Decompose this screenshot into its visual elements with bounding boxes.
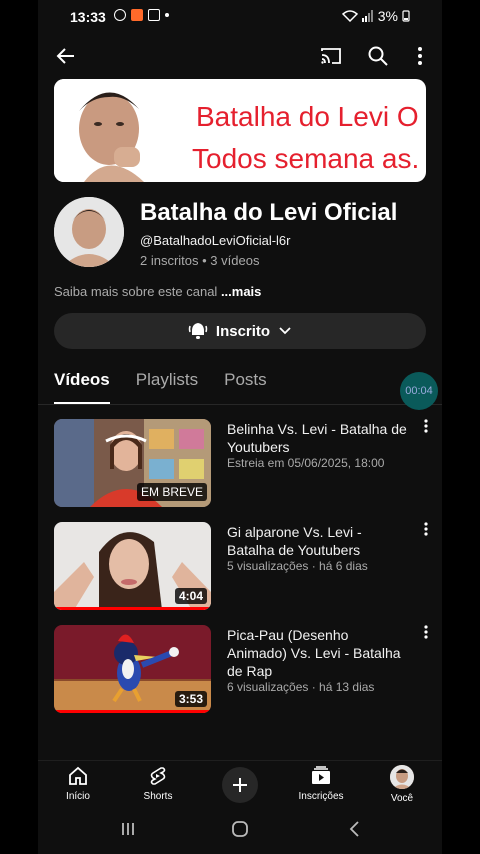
phone-screen: 13:33 3% Batalha do Levi O Todos semana … — [38, 0, 442, 854]
video-item[interactable]: 4:04 Gi alparone Vs. Levi - Batalha de Y… — [54, 522, 434, 612]
channel-about-link[interactable]: Saiba mais sobre este canal ...mais — [54, 284, 261, 299]
channel-tabs: Vídeos Playlists Posts — [54, 370, 426, 404]
banner-face-image — [54, 79, 169, 182]
nav-shorts[interactable]: Shorts — [126, 765, 190, 802]
top-app-bar — [38, 38, 442, 74]
nav-subscriptions-label: Inscrições — [298, 791, 344, 802]
channel-name: Batalha do Levi Oficial — [140, 199, 398, 226]
more-vert-icon — [418, 47, 422, 65]
nav-subscriptions[interactable]: Inscrições — [289, 765, 353, 802]
tab-playlists[interactable]: Playlists — [136, 370, 198, 404]
more-vert-icon — [424, 625, 428, 639]
subscriptions-icon — [312, 766, 330, 784]
video-more-button[interactable] — [418, 419, 434, 439]
about-more-link[interactable]: ...mais — [221, 284, 261, 299]
more-notifications-dot-icon — [165, 13, 169, 17]
dnd-icon — [114, 9, 126, 21]
system-navigation-bar — [38, 812, 442, 854]
status-bar: 13:33 3% — [38, 0, 442, 34]
video-meta: 5 visualizações · há 6 dias — [227, 559, 368, 573]
about-text: Saiba mais sobre este canal — [54, 284, 221, 299]
notification-icons — [114, 9, 169, 21]
video-title[interactable]: Gi alparone Vs. Levi - Batalha de Youtub… — [227, 523, 407, 559]
cast-icon — [321, 48, 341, 64]
video-title[interactable]: Belinha Vs. Levi - Batalha de Youtubers — [227, 420, 407, 456]
create-button[interactable] — [222, 767, 258, 803]
channel-avatar[interactable] — [54, 197, 124, 267]
nav-you-label: Você — [390, 793, 414, 804]
video-item[interactable]: EM BREVE Belinha Vs. Levi - Batalha de Y… — [54, 419, 434, 509]
signal-icon — [361, 10, 373, 22]
floating-timer[interactable]: 00:04 — [400, 372, 438, 410]
video-duration: 4:04 — [174, 588, 207, 604]
search-button[interactable] — [360, 38, 396, 74]
app-notification-icon — [131, 9, 143, 21]
account-avatar-image — [390, 765, 414, 789]
more-options-button[interactable] — [402, 38, 438, 74]
account-avatar — [390, 765, 414, 789]
home-icon — [69, 766, 87, 785]
back-button[interactable] — [48, 38, 84, 74]
tab-videos[interactable]: Vídeos — [54, 370, 110, 404]
battery-percent: 3% — [377, 8, 398, 24]
status-right: 3% — [341, 8, 410, 24]
video-meta: Estreia em 05/06/2025, 18:00 — [227, 456, 385, 470]
video-item[interactable]: 3:53 Pica-Pau (Desenho Animado) Vs. Levi… — [54, 625, 434, 715]
more-vert-icon — [424, 419, 428, 433]
chevron-down-icon — [279, 327, 291, 335]
channel-avatar-image — [54, 197, 124, 267]
video-duration: 3:53 — [174, 691, 207, 707]
video-thumbnail[interactable]: 3:53 — [54, 625, 211, 713]
wifi-icon — [341, 10, 358, 22]
video-thumbnail[interactable]: 4:04 — [54, 522, 211, 610]
banner-text-line-2: Todos semana as. — [192, 143, 420, 174]
nav-home-label: Início — [66, 791, 90, 802]
tab-posts[interactable]: Posts — [224, 370, 267, 404]
video-thumbnail[interactable]: EM BREVE — [54, 419, 211, 507]
video-more-button[interactable] — [418, 625, 434, 645]
more-vert-icon — [424, 522, 428, 536]
premiere-badge: EM BREVE — [136, 483, 207, 501]
bottom-navigation: Início Shorts Inscrições Você — [38, 760, 442, 812]
battery-icon — [402, 10, 410, 22]
shorts-icon — [150, 767, 166, 785]
recent-apps-icon[interactable] — [120, 821, 136, 837]
video-meta: 6 visualizações · há 13 dias — [227, 680, 375, 694]
video-more-button[interactable] — [418, 522, 434, 542]
nav-home[interactable]: Início — [46, 765, 110, 802]
shorts-notification-icon — [148, 9, 160, 21]
home-system-icon[interactable] — [231, 820, 249, 838]
nav-shorts-label: Shorts — [143, 791, 173, 802]
channel-banner: Batalha do Levi O Todos semana as. — [54, 79, 426, 182]
banner-text-line-1: Batalha do Levi O — [196, 101, 419, 132]
nav-you[interactable]: Você — [370, 765, 434, 804]
watch-progress-bar — [54, 607, 211, 610]
back-system-icon[interactable] — [348, 821, 360, 837]
video-title[interactable]: Pica-Pau (Desenho Animado) Vs. Levi - Ba… — [227, 626, 407, 680]
subscribed-label: Inscrito — [215, 322, 271, 340]
bell-ring-icon — [188, 323, 208, 339]
plus-icon — [233, 778, 247, 792]
channel-handle: @BatalhadoLeviOficial-l6r — [140, 233, 291, 248]
tabs-divider — [38, 404, 442, 405]
subscribed-button[interactable]: Inscrito — [54, 313, 426, 349]
search-icon — [368, 46, 388, 66]
channel-stats: 2 inscritos • 3 vídeos — [140, 253, 260, 268]
watch-progress-bar — [54, 710, 211, 713]
cast-button[interactable] — [313, 38, 349, 74]
arrow-left-icon — [56, 48, 74, 64]
status-time: 13:33 — [70, 9, 106, 25]
